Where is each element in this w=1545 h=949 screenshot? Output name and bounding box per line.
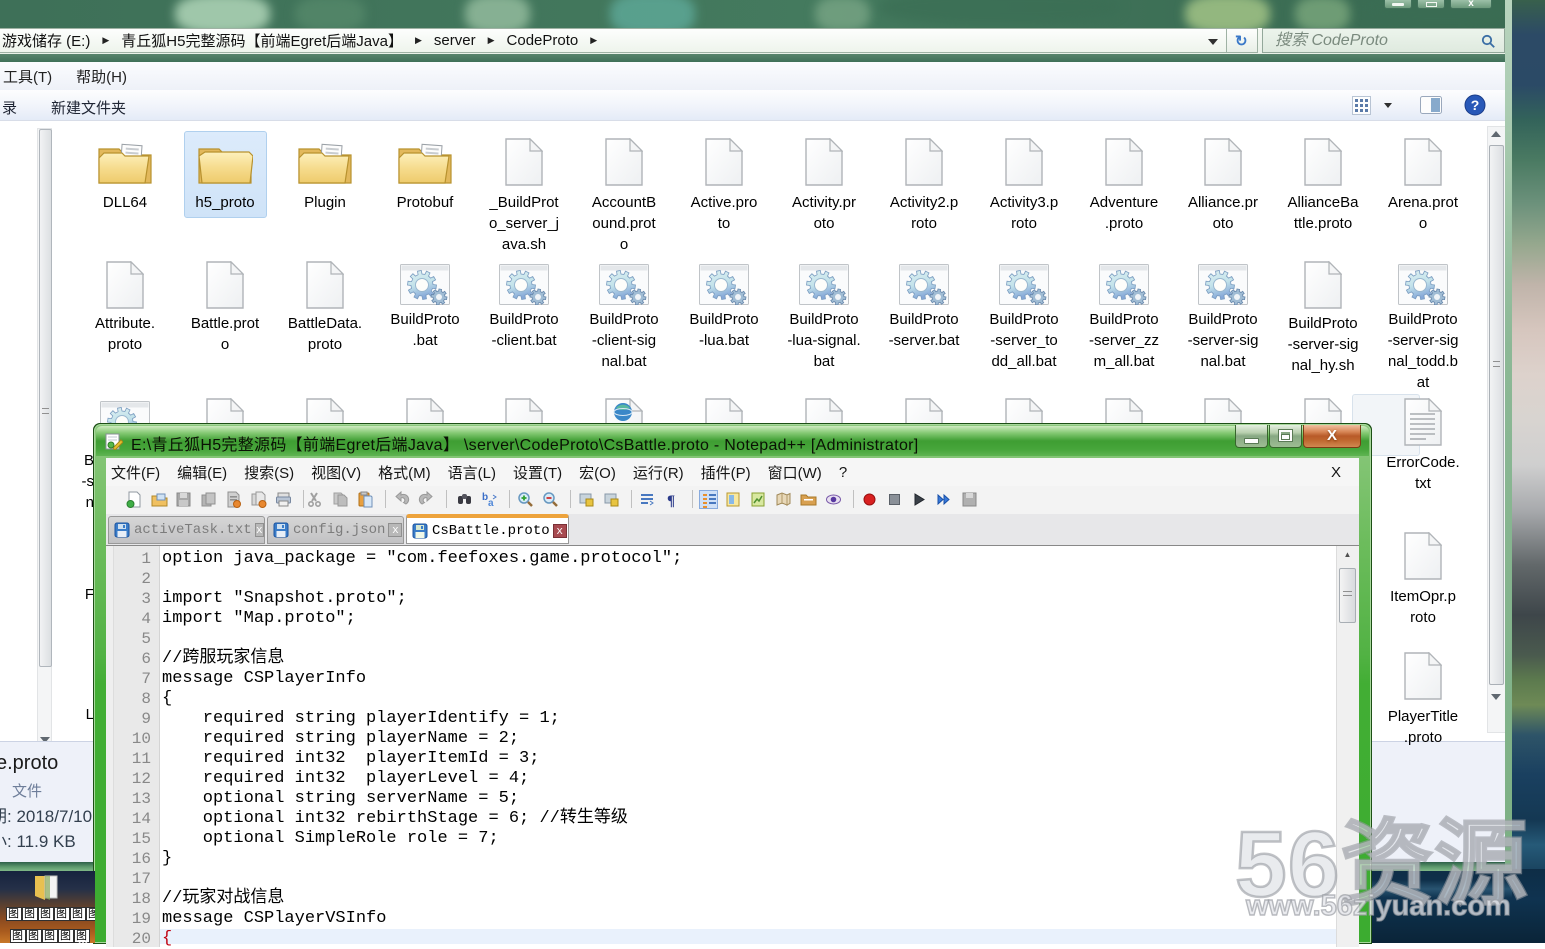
svg-text:¶: ¶ <box>667 493 675 508</box>
svg-text:a: a <box>488 498 494 508</box>
svg-text:?: ? <box>1471 97 1480 113</box>
